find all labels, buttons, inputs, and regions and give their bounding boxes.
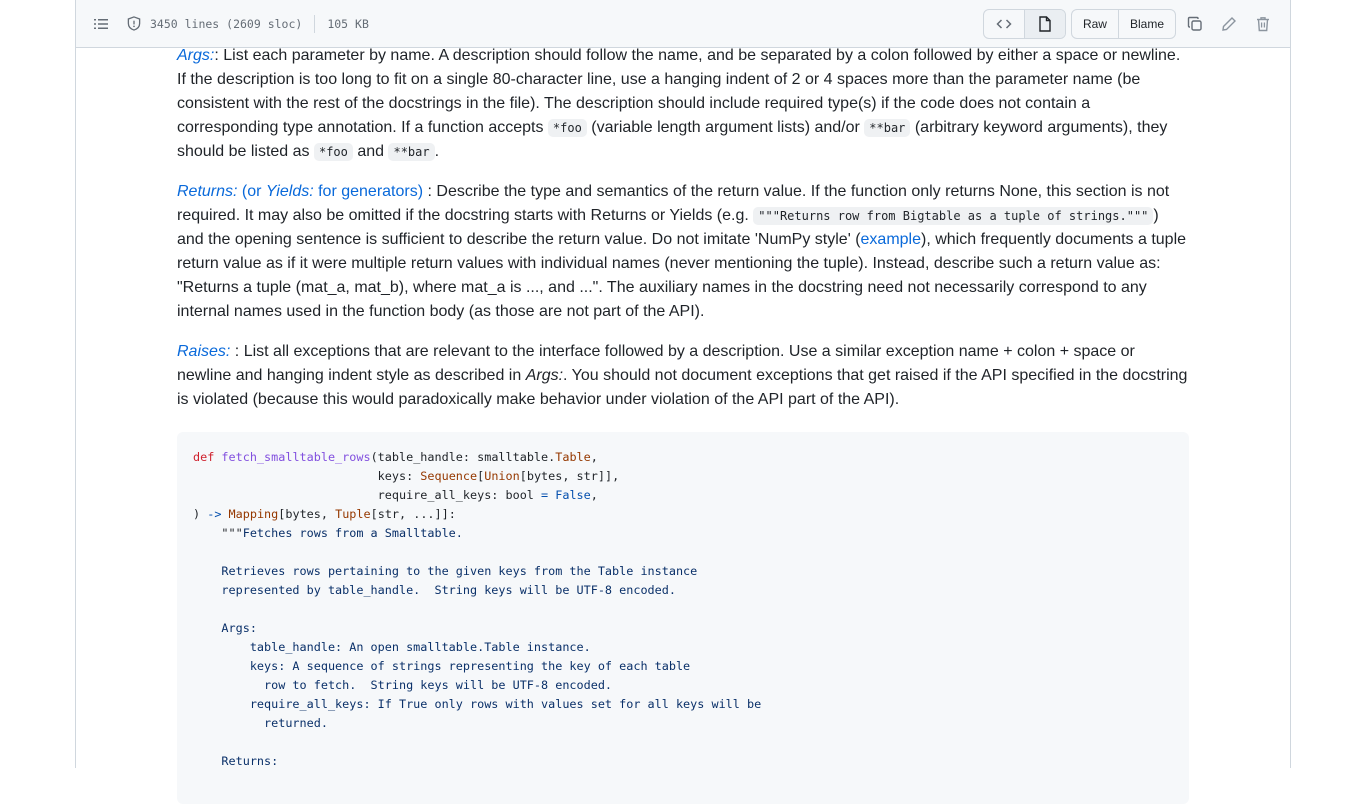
example-link[interactable]: example bbox=[861, 231, 921, 248]
inline-code: **bar bbox=[388, 143, 435, 161]
type-name: Sequence bbox=[420, 469, 478, 483]
args-text: and bbox=[352, 143, 389, 160]
code-text: [str, ...]]: bbox=[370, 507, 456, 521]
constant: False bbox=[555, 488, 591, 502]
args-text: . bbox=[434, 143, 440, 160]
type-name: Mapping bbox=[228, 507, 279, 521]
code-text: keys: bbox=[193, 469, 421, 483]
docstring: Retrieves rows pertaining to the given k… bbox=[221, 564, 762, 768]
raw-blame-group: Raw Blame bbox=[1070, 9, 1176, 39]
code-block: def fetch_smalltable_rows(table_handle: … bbox=[177, 432, 1189, 804]
blame-button[interactable]: Blame bbox=[1117, 10, 1175, 38]
type-name: Table bbox=[555, 450, 591, 464]
divider bbox=[314, 14, 316, 33]
keyword: def bbox=[193, 450, 215, 464]
code-text: [bytes, bbox=[278, 507, 336, 521]
args-term-link[interactable]: Args: bbox=[177, 47, 214, 64]
function-name: fetch_smalltable_rows bbox=[221, 450, 371, 464]
file-info: 3450 lines (2609 sloc) 105 KB bbox=[92, 0, 369, 47]
edit-button[interactable] bbox=[1212, 10, 1246, 38]
code-text: , bbox=[590, 450, 598, 464]
code-text: [bytes, str]], bbox=[519, 469, 620, 483]
pencil-icon bbox=[1222, 17, 1236, 31]
inline-code: *foo bbox=[313, 143, 353, 161]
docstring-quote: """ bbox=[193, 526, 243, 540]
file-icon bbox=[1039, 16, 1051, 32]
markdown-body: Args:: List each parameter by name. A de… bbox=[177, 44, 1189, 804]
type-name: Tuple bbox=[335, 507, 371, 521]
file-size: 105 KB bbox=[327, 16, 369, 31]
raw-button[interactable]: Raw bbox=[1072, 10, 1118, 38]
returns-term-tail: for generators) bbox=[313, 183, 424, 200]
inline-code: """Returns row from Bigtable as a tuple … bbox=[753, 207, 1154, 225]
line-count: 3450 lines (2609 sloc) bbox=[150, 16, 303, 31]
code-view-button[interactable] bbox=[984, 10, 1024, 38]
args-text: (variable length argument lists) and/or bbox=[586, 119, 865, 136]
raises-term-link[interactable]: Raises: bbox=[177, 343, 230, 360]
raises-paragraph: Raises: : List all exceptions that are r… bbox=[177, 340, 1189, 412]
shield-icon bbox=[126, 16, 142, 32]
copy-button[interactable] bbox=[1178, 10, 1212, 38]
copy-icon bbox=[1187, 16, 1202, 31]
preview-button[interactable] bbox=[1023, 10, 1065, 38]
operator: -> bbox=[207, 507, 222, 521]
code-text: require_all_keys: bool bbox=[193, 488, 542, 502]
args-paragraph: Args:: List each parameter by name. A de… bbox=[177, 44, 1189, 164]
code-text: (table_handle: smalltable. bbox=[370, 450, 556, 464]
list-unordered-icon[interactable] bbox=[92, 15, 110, 33]
delete-button[interactable] bbox=[1246, 10, 1280, 38]
returns-term-mid: (or bbox=[237, 183, 266, 200]
returns-term: Returns: bbox=[177, 183, 238, 200]
code-text: ) bbox=[193, 507, 208, 521]
returns-paragraph: Returns: (or Yields: for generators) : D… bbox=[177, 180, 1189, 324]
inline-code: **bar bbox=[864, 119, 911, 137]
file-view: 3450 lines (2609 sloc) 105 KB Raw Blame bbox=[75, 0, 1291, 804]
type-name: Union bbox=[484, 469, 520, 483]
returns-term-link[interactable]: Returns: (or Yields: for generators) bbox=[177, 183, 423, 200]
code-icon bbox=[996, 19, 1012, 29]
view-toggle bbox=[982, 9, 1066, 39]
inline-code: *foo bbox=[547, 119, 587, 137]
args-emphasis: Args: bbox=[525, 367, 564, 384]
trash-icon bbox=[1257, 17, 1269, 32]
docstring: Fetches rows from a Smalltable. bbox=[242, 526, 463, 540]
code-text: , bbox=[590, 488, 598, 502]
yields-term: Yields: bbox=[265, 183, 314, 200]
file-actions: Raw Blame bbox=[982, 9, 1280, 39]
file-header-bar: 3450 lines (2609 sloc) 105 KB Raw Blame bbox=[76, 0, 1290, 48]
